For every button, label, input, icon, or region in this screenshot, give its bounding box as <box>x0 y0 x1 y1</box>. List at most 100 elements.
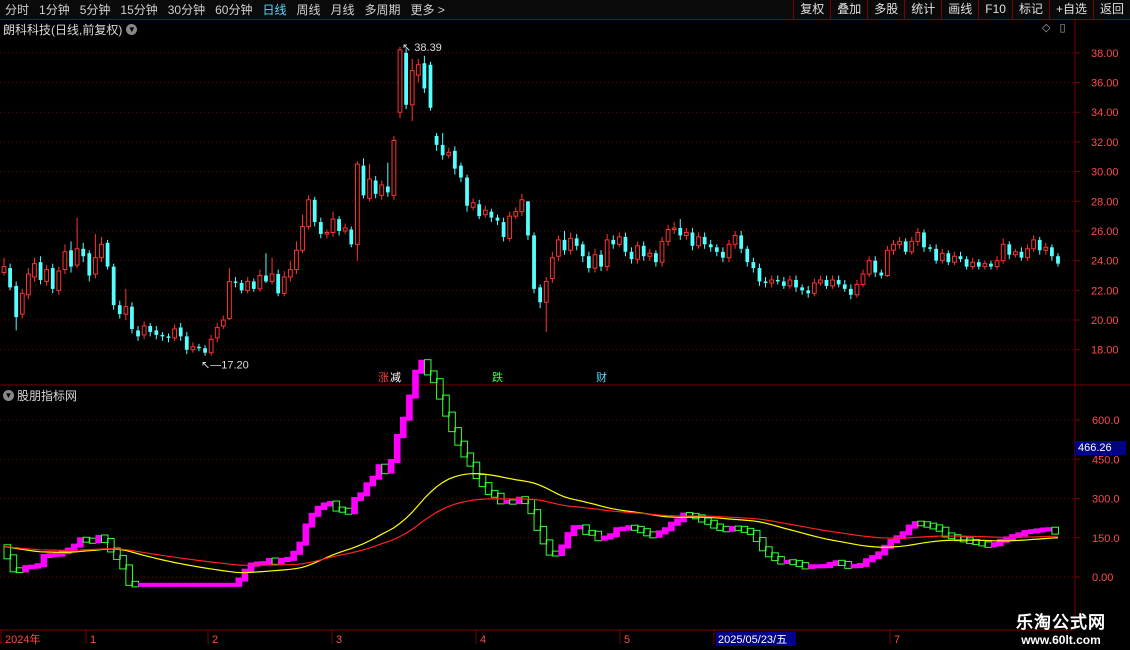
indicator-bar <box>46 553 54 558</box>
candle-body <box>172 328 177 339</box>
candle-body <box>994 260 1000 268</box>
candle-body <box>373 180 378 194</box>
candle-body <box>732 234 738 245</box>
candle-body <box>349 229 354 245</box>
indicator-bar <box>850 564 858 569</box>
indicator-bar <box>820 564 827 569</box>
candle-body <box>459 165 463 178</box>
candle-body <box>848 288 853 295</box>
indicator-bar <box>990 542 998 548</box>
indicator-bar <box>302 523 310 546</box>
candle-body <box>190 346 196 351</box>
candle-body <box>337 219 341 231</box>
indicator-bar <box>357 492 364 501</box>
indicator-bar <box>1039 527 1047 533</box>
indicator-bar <box>314 505 322 517</box>
candle-body <box>763 281 768 283</box>
candle-body <box>860 273 866 285</box>
candle-body <box>422 63 427 89</box>
candle-body <box>251 281 256 289</box>
candle-body <box>117 305 122 315</box>
candle-body <box>604 239 610 268</box>
candle-body <box>702 236 707 245</box>
indicator-bar <box>814 564 821 569</box>
indicator-bar <box>564 532 572 549</box>
candle-body <box>1043 246 1049 251</box>
candle-body <box>934 248 939 261</box>
indicator-bar <box>247 562 255 573</box>
candle-body <box>592 254 598 269</box>
candle-body <box>526 201 530 236</box>
indicator-tick-label: 0.00 <box>1092 572 1113 584</box>
price-tick-label: 32.00 <box>1091 137 1119 149</box>
indicator-bar <box>655 530 663 538</box>
indicator-bar <box>381 463 389 475</box>
candle-body <box>264 275 268 282</box>
price-tick-label: 18.00 <box>1091 345 1119 357</box>
indicator-bar <box>369 475 377 487</box>
candle-body <box>306 199 312 228</box>
candle-body <box>385 186 390 193</box>
candle-body <box>318 222 323 234</box>
candle-body <box>14 285 19 318</box>
indicator-bar <box>241 568 249 582</box>
candle-body <box>300 226 305 251</box>
candle-body <box>543 280 549 303</box>
candle-body <box>1007 244 1012 255</box>
indicator-bar <box>28 564 35 570</box>
candle-body <box>32 263 37 278</box>
candle-body <box>824 279 829 286</box>
candle-body <box>361 165 366 196</box>
indicator-bar <box>1051 526 1059 535</box>
candle-body <box>19 292 25 315</box>
candle-body <box>99 243 104 259</box>
indicator-bar <box>308 512 316 528</box>
indicator-bar <box>363 482 371 497</box>
candle-body <box>623 236 628 252</box>
indicator-tick-label: 150.0 <box>1092 533 1120 545</box>
candle-body <box>1012 251 1018 256</box>
candle-body <box>440 144 445 156</box>
candle-body <box>928 247 932 249</box>
candle-body <box>989 263 993 267</box>
candle-body <box>659 240 665 263</box>
indicator-bar <box>351 496 358 515</box>
candle-body <box>616 236 622 245</box>
candle-body <box>982 263 988 268</box>
candle-body <box>671 227 677 230</box>
candle-body <box>854 283 860 296</box>
price-tick-label: 26.00 <box>1091 226 1119 238</box>
chart-canvas[interactable]: 38.0036.0034.0032.0030.0028.0026.0024.00… <box>0 0 1130 650</box>
indicator-bar <box>186 582 194 587</box>
candle-body <box>208 338 214 354</box>
indicator-bar <box>180 582 188 587</box>
candle-body <box>866 260 872 275</box>
candle-body <box>197 346 201 349</box>
candle-body <box>726 243 732 259</box>
indicator-bar <box>808 564 815 569</box>
date-label: 2024年 <box>5 632 40 646</box>
candle-body <box>745 248 750 263</box>
candle-body <box>915 231 921 242</box>
candle-body <box>324 231 330 235</box>
indicator-bar <box>150 582 157 587</box>
candle-body <box>25 273 31 296</box>
candle-body <box>482 209 488 216</box>
indicator-bar <box>856 562 864 569</box>
candle-body <box>739 235 744 249</box>
candle-body <box>452 150 457 169</box>
candle-body <box>178 327 183 337</box>
price-tick-label: 30.00 <box>1091 167 1119 179</box>
candle-body <box>939 252 945 262</box>
indicator-bar <box>875 551 882 560</box>
candle-body <box>154 330 159 335</box>
indicator-bar <box>863 558 870 567</box>
low-price-label: ↖—17.20 <box>201 360 249 372</box>
date-label: 4 <box>480 634 486 646</box>
candle-body <box>141 325 147 336</box>
candle-body <box>775 279 780 282</box>
date-label: 1 <box>90 634 96 646</box>
candle-body <box>781 281 786 286</box>
indicator-bar <box>229 582 237 587</box>
candle-body <box>74 248 80 266</box>
